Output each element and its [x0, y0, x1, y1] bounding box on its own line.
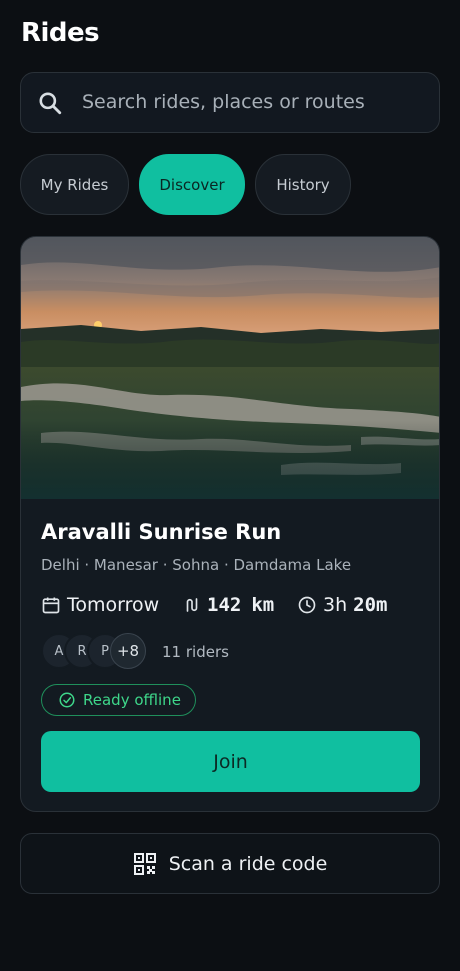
ride-distance-unit: km [251, 594, 275, 616]
ride-date-label: Tomorrow [67, 594, 160, 616]
page-title: Rides [21, 18, 100, 48]
ride-duration: 3h 20m [297, 593, 387, 617]
tab-history[interactable]: History [255, 154, 351, 215]
tab-discover[interactable]: Discover [139, 154, 245, 215]
route-icon [186, 598, 198, 612]
check-circle-icon [59, 692, 75, 708]
status-badge-label: Ready offline [83, 691, 181, 709]
ride-duration-hours: 3h [323, 594, 348, 616]
scan-ride-code-label: Scan a ride code [168, 852, 328, 875]
riders-count: 11 riders [162, 643, 229, 661]
avatar-more-count: +8 [110, 633, 146, 669]
status-badge: Ready offline [41, 684, 196, 716]
search-icon [39, 92, 62, 115]
calendar-icon [42, 597, 60, 614]
ride-route: Delhi · Manesar · Sohna · Damdama Lake [41, 556, 352, 574]
ride-card[interactable]: Aravalli Sunrise Run Delhi · Manesar · S… [20, 236, 440, 812]
clock-icon [298, 596, 316, 614]
tab-my-rides[interactable]: My Rides [20, 154, 129, 215]
search-input[interactable]: Search rides, places or routes [20, 72, 440, 133]
search-placeholder: Search rides, places or routes [82, 91, 365, 113]
join-button[interactable]: Join [41, 731, 420, 792]
ride-title: Aravalli Sunrise Run [41, 520, 282, 544]
qr-code-icon [133, 852, 156, 875]
ride-date: Tomorrow [41, 593, 159, 617]
scan-ride-code-button[interactable]: Scan a ride code [20, 833, 440, 894]
ride-distance-value: 142 [207, 594, 242, 616]
ride-duration-minutes: 20m [353, 594, 388, 616]
ride-distance: 142 km [183, 593, 274, 617]
ride-cover-image [21, 237, 439, 499]
